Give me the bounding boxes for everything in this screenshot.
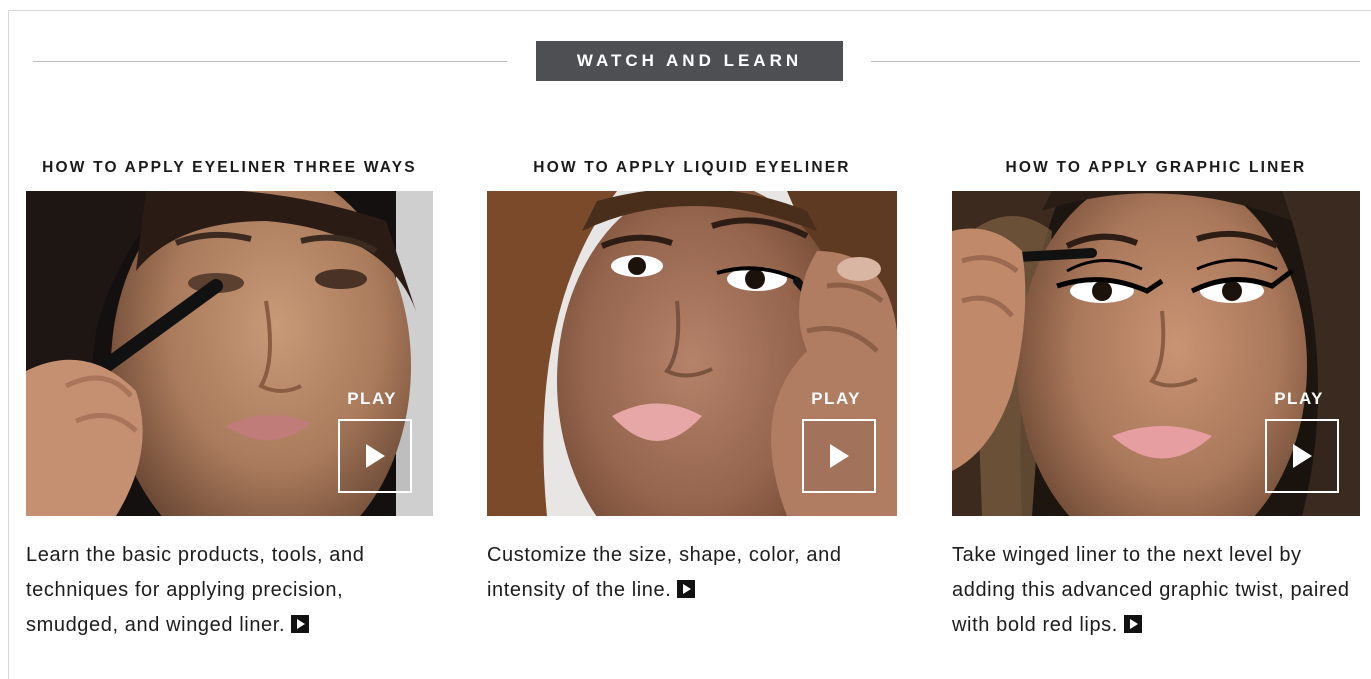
video-thumbnail[interactable]: PLAY	[487, 191, 897, 516]
play-icon-link[interactable]	[291, 615, 310, 633]
play-label: PLAY	[1274, 389, 1324, 408]
video-thumbnail[interactable]: PLAY	[952, 191, 1360, 516]
video-title[interactable]: HOW TO APPLY EYELINER THREE WAYS	[26, 156, 433, 180]
video-description: Take winged liner to the next level by a…	[952, 538, 1360, 643]
play-button[interactable]	[338, 419, 412, 493]
video-title[interactable]: HOW TO APPLY LIQUID EYELINER	[487, 156, 897, 180]
video-card: HOW TO APPLY GRAPHIC LINER PLAY Take win…	[952, 156, 1360, 643]
play-icon	[1293, 444, 1312, 468]
divider-right	[871, 61, 1360, 62]
play-label: PLAY	[811, 389, 861, 408]
play-button[interactable]	[802, 419, 876, 493]
play-icon-link[interactable]	[677, 580, 696, 598]
divider-left	[33, 61, 507, 62]
play-icon-link[interactable]	[1123, 615, 1142, 633]
video-card: HOW TO APPLY LIQUID EYELINER PLAY Custom…	[487, 156, 897, 608]
play-icon	[830, 444, 849, 468]
video-title[interactable]: HOW TO APPLY GRAPHIC LINER	[952, 156, 1360, 180]
video-description: Customize the size, shape, color, and in…	[487, 538, 897, 608]
description-text: Take winged liner to the next level by a…	[952, 544, 1350, 636]
video-description: Learn the basic products, tools, and tec…	[26, 538, 433, 643]
play-icon	[366, 444, 385, 468]
video-thumbnail[interactable]: PLAY	[26, 191, 433, 516]
play-label: PLAY	[347, 389, 397, 408]
description-text: Customize the size, shape, color, and in…	[487, 544, 842, 601]
video-card: HOW TO APPLY EYELINER THREE WAYS PLAY Le…	[26, 156, 433, 643]
play-button[interactable]	[1265, 419, 1339, 493]
description-text: Learn the basic products, tools, and tec…	[26, 544, 365, 636]
section-heading: WATCH AND LEARN	[536, 41, 843, 81]
